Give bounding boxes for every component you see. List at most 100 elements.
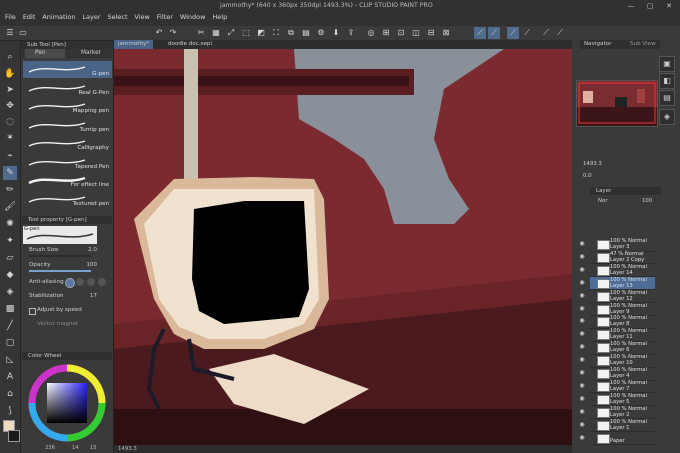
vector-magnet-row[interactable]: Vector magnet xyxy=(23,321,111,332)
vector-curve-icon[interactable]: ⟋ xyxy=(521,27,533,39)
navigator-preview[interactable] xyxy=(576,80,658,127)
navigator-zoom[interactable]: 1493.3 xyxy=(583,161,602,167)
tab-doodle-doc[interactable]: doodle doc.sepi xyxy=(164,40,216,49)
layer-visibility-icon[interactable]: ◉ xyxy=(578,369,586,377)
zoom-icon[interactable]: ⌕ xyxy=(3,50,17,64)
minimize-button[interactable]: — xyxy=(624,2,638,12)
layer-visibility-icon[interactable]: ◉ xyxy=(578,317,586,325)
gradient-icon[interactable]: ▩ xyxy=(3,302,17,316)
menu-view[interactable]: View xyxy=(134,13,149,21)
layer-opacity[interactable]: 100 xyxy=(642,198,652,204)
brush-item[interactable]: Tapered Pen xyxy=(23,154,112,171)
layer-search-icon[interactable]: ◈ xyxy=(659,109,675,125)
layer-visibility-icon[interactable]: ◉ xyxy=(578,382,586,390)
redo-icon[interactable]: ↷ xyxy=(167,27,179,39)
brush-icon[interactable]: 🖌 xyxy=(3,200,17,214)
brush-item[interactable]: Calligraphy xyxy=(23,135,112,152)
airbrush-icon[interactable]: ✺ xyxy=(3,217,17,231)
layer-row[interactable]: 100 % Normal Layer 9 xyxy=(590,303,655,316)
stabilize-line-icon[interactable]: ⟋ xyxy=(474,27,486,39)
menu-help[interactable]: Help xyxy=(212,13,227,21)
transform-icon[interactable]: ⤢ xyxy=(225,27,237,39)
menu-select[interactable]: Select xyxy=(107,13,127,21)
menu-file[interactable]: File xyxy=(5,13,16,21)
snap-icon[interactable]: ◎ xyxy=(365,27,377,39)
menu-filter[interactable]: Filter xyxy=(157,13,173,21)
frame-icon[interactable]: ▢ xyxy=(3,336,17,350)
tab-pen[interactable]: Pen xyxy=(25,49,65,58)
share-icon[interactable]: ⇪ xyxy=(345,27,357,39)
brush-item[interactable]: Textured pen xyxy=(23,191,112,208)
settings-icon[interactable]: ⚙ xyxy=(315,27,327,39)
balloon-icon[interactable]: ⌂ xyxy=(3,387,17,401)
material-icon[interactable]: ▤ xyxy=(659,90,675,106)
layer-row[interactable]: 100 % Normal Layer 3 xyxy=(590,238,655,252)
layer-row[interactable]: 100 % Normal Layer 8 xyxy=(590,315,655,329)
deselect-icon[interactable]: ⬚ xyxy=(240,27,252,39)
layer-visibility-icon[interactable]: ◉ xyxy=(578,434,586,442)
layer-row[interactable]: Paper xyxy=(590,432,655,445)
layer-row[interactable]: 100 % Normal Layer 13 xyxy=(590,276,655,291)
move-layer-icon[interactable]: ✥ xyxy=(3,99,17,113)
aa-medium-icon[interactable] xyxy=(87,278,95,286)
layer-row[interactable]: 100 % Normal Layer 5 xyxy=(590,393,655,407)
layer-visibility-icon[interactable]: ◉ xyxy=(578,305,586,313)
tab-navigator[interactable]: Navigator xyxy=(584,40,611,49)
hand-icon[interactable]: ✋ xyxy=(3,67,17,81)
canvas[interactable] xyxy=(114,49,572,445)
opacity-value[interactable]: 100 xyxy=(86,262,97,268)
menu-icon[interactable]: ☰ xyxy=(4,27,16,39)
grid-icon[interactable]: ⊡ xyxy=(395,27,407,39)
brush-item[interactable]: For effect line xyxy=(23,172,112,189)
tab-sub-view[interactable]: Sub View xyxy=(630,40,656,49)
maximize-button[interactable]: ▢ xyxy=(643,2,657,12)
layer-row[interactable]: 100 % Normal Layer 4 xyxy=(590,367,655,381)
blend-mode-select[interactable]: Nor xyxy=(598,198,608,204)
aa-strong-icon[interactable] xyxy=(98,278,106,286)
layer-visibility-icon[interactable]: ◉ xyxy=(578,253,586,261)
anti-aliasing-row[interactable]: Anti-aliasing xyxy=(23,278,111,290)
fill-bucket-icon[interactable]: ◈ xyxy=(3,285,17,299)
adjust-speed-checkbox[interactable] xyxy=(29,308,36,315)
opacity-row[interactable]: Opacity 100 xyxy=(23,262,111,273)
clear-icon[interactable]: ✂ xyxy=(195,27,207,39)
navigator-angle[interactable]: 0.0 xyxy=(583,173,592,179)
figure-icon[interactable]: ╱ xyxy=(3,319,17,333)
brush-size-row[interactable]: Brush Size 2.0 xyxy=(23,247,111,258)
ruler-icon[interactable]: ⊞ xyxy=(380,27,392,39)
layer-row[interactable]: 100 % Normal Layer 11 xyxy=(590,328,655,342)
layer-property-icon[interactable]: ▣ xyxy=(659,56,675,72)
layer-visibility-icon[interactable]: ◉ xyxy=(578,292,586,300)
brush-item[interactable]: G-pen xyxy=(23,61,112,78)
layer-row[interactable]: 100 % Normal Layer 2 xyxy=(590,406,655,420)
brush-size-slider[interactable] xyxy=(29,255,91,257)
lasso-icon[interactable]: ◌ xyxy=(3,115,17,129)
layer-visibility-icon[interactable]: ◉ xyxy=(578,408,586,416)
layer-visibility-icon[interactable]: ◉ xyxy=(578,356,586,364)
aa-none-icon[interactable] xyxy=(65,278,75,288)
color-wheel[interactable] xyxy=(26,363,110,443)
close-button[interactable]: ✕ xyxy=(662,2,676,12)
export-icon[interactable]: ⬇ xyxy=(330,27,342,39)
layer-row[interactable]: 100 % Normal Layer 12 xyxy=(590,290,655,304)
brush-item[interactable]: Mapping pen xyxy=(23,98,112,115)
adjust-speed-row[interactable]: Adjust by speed xyxy=(23,307,111,318)
copy-icon[interactable]: ⧉ xyxy=(285,27,297,39)
layer-visibility-icon[interactable]: ◉ xyxy=(578,240,586,248)
layer-visibility-icon[interactable]: ◉ xyxy=(578,330,586,338)
symmetry-icon[interactable]: ⊟ xyxy=(425,27,437,39)
correct-line-icon[interactable]: ⟆ xyxy=(3,404,17,418)
eraser-icon[interactable]: ▱ xyxy=(3,251,17,265)
operation-icon[interactable]: ➤ xyxy=(3,83,17,97)
text-icon[interactable]: A xyxy=(3,370,17,384)
perspective-icon[interactable]: ◫ xyxy=(410,27,422,39)
layer-row[interactable]: 100 % Normal Layer 10 xyxy=(590,354,655,368)
layer-row[interactable]: 100 % Normal Layer 1 xyxy=(590,419,655,433)
fill-icon[interactable]: ▦ xyxy=(210,27,222,39)
stabilization-value[interactable]: 17 xyxy=(90,293,97,299)
ruler-tool-icon[interactable]: ◺ xyxy=(3,353,17,367)
tab-marker[interactable]: Marker xyxy=(69,49,109,58)
layer-row[interactable]: 47 % Normal Layer 2 Copy xyxy=(590,251,655,265)
auto-select-icon[interactable]: ✶ xyxy=(3,131,17,145)
invert-icon[interactable]: ◩ xyxy=(255,27,267,39)
